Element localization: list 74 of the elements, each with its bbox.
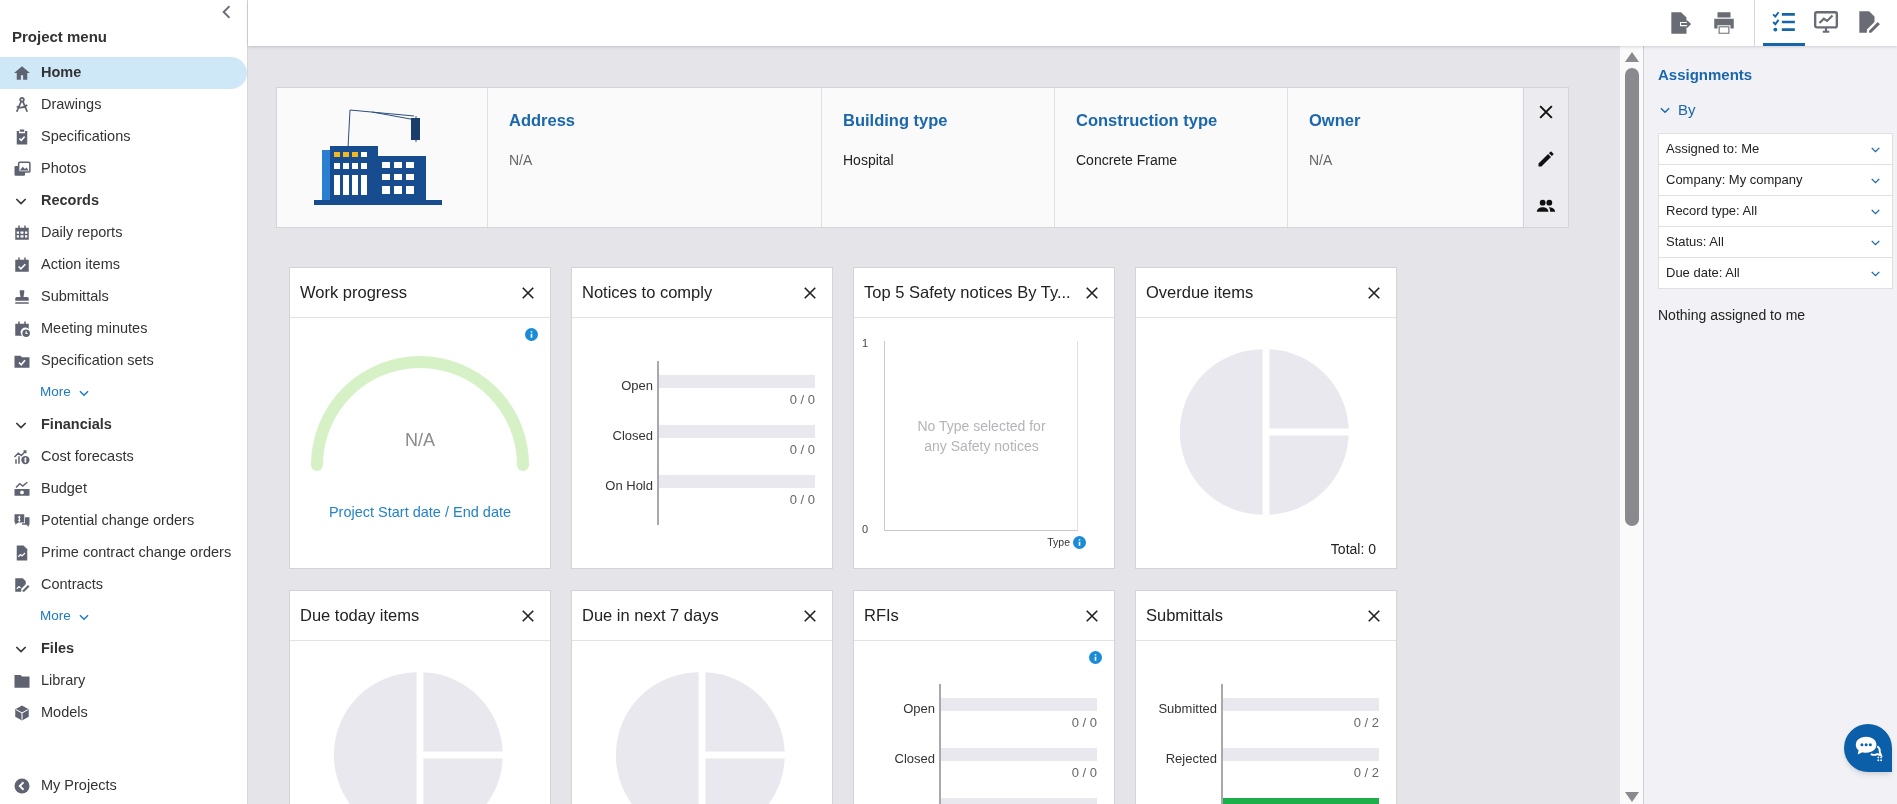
axis-tick: 1 bbox=[862, 336, 869, 351]
back-circle-icon bbox=[13, 777, 31, 795]
bar-reading: 0 / 2 bbox=[1353, 714, 1379, 728]
print-icon bbox=[1711, 10, 1737, 36]
widget-title: Due today items bbox=[300, 605, 420, 627]
scrollbar[interactable] bbox=[1620, 46, 1644, 804]
field-label: Building type bbox=[843, 110, 949, 131]
panel-title: Assignments bbox=[1658, 65, 1754, 85]
section-header[interactable]: Financials bbox=[0, 408, 112, 441]
gauge-value: N/A bbox=[404, 429, 436, 452]
bar-label: Open bbox=[621, 378, 653, 393]
filter-dropdown[interactable]: Record type: All bbox=[1659, 196, 1892, 226]
bar-label: Submitted bbox=[1158, 701, 1217, 716]
section-header[interactable]: Files bbox=[0, 632, 75, 665]
bar-label: Rejected bbox=[1165, 751, 1217, 766]
more-link[interactable]: More bbox=[40, 600, 91, 633]
filter-dropdown[interactable]: Due date: All bbox=[1659, 258, 1892, 288]
photos-icon bbox=[13, 159, 31, 178]
widget-title: Submittals bbox=[1146, 605, 1224, 627]
field-label: Owner bbox=[1309, 110, 1362, 131]
bar-reading: 0 / 2 bbox=[1353, 764, 1379, 778]
scroll-up-icon bbox=[1624, 52, 1639, 62]
bar-label: Open bbox=[903, 701, 935, 716]
calendar-check-icon bbox=[13, 255, 31, 274]
filter-dropdown[interactable]: Status: All bbox=[1659, 227, 1892, 257]
empty-chart-message: No Type selected for any Safety notices bbox=[916, 416, 1047, 456]
filter-dropdown[interactable]: Company: My company bbox=[1659, 165, 1892, 195]
bar-reading: 0 / 0 bbox=[1071, 714, 1097, 728]
section-header[interactable]: Records bbox=[0, 184, 100, 217]
date-link[interactable]: Project Start date / End date bbox=[328, 502, 512, 524]
money-stack-icon bbox=[13, 479, 31, 498]
bar-reading: 0 / 0 bbox=[789, 491, 815, 505]
bar-reading: 0 / 0 bbox=[1071, 764, 1097, 778]
widget-title: Due in next 7 days bbox=[582, 605, 719, 627]
filter-dropdown[interactable]: Assigned to: Me bbox=[1659, 134, 1892, 164]
sidebar-title: Project menu bbox=[11, 27, 109, 47]
field-value: N/A bbox=[509, 150, 534, 170]
field-label: Construction type bbox=[1076, 110, 1219, 131]
scrollbar-thumb[interactable] bbox=[1624, 68, 1639, 526]
document-pen-icon bbox=[13, 575, 31, 594]
my-projects-link[interactable]: My Projects bbox=[0, 770, 117, 802]
group-toggle[interactable]: By bbox=[1658, 98, 1893, 121]
drafting-compass-icon bbox=[13, 95, 31, 114]
widget-title: Overdue items bbox=[1146, 282, 1254, 304]
bar-label: Closed bbox=[894, 751, 935, 766]
info-icon bbox=[1073, 536, 1086, 550]
field-value: Concrete Frame bbox=[1076, 150, 1179, 170]
dollar-chat-icon bbox=[13, 511, 31, 530]
chat-button[interactable] bbox=[1844, 724, 1892, 772]
monitor-chart-icon bbox=[1813, 8, 1839, 35]
chart-coin-icon bbox=[13, 447, 31, 466]
field-label: Address bbox=[509, 110, 577, 131]
empty-message: Nothing assigned to me bbox=[1658, 306, 1807, 325]
sidebar-item[interactable]: Home bbox=[0, 56, 247, 89]
field-value: N/A bbox=[1309, 150, 1334, 170]
bar-label: On Hold bbox=[605, 478, 653, 493]
widget-title: Notices to comply bbox=[582, 282, 713, 304]
field-value: Hospital bbox=[843, 150, 895, 170]
widget-title: Top 5 Safety notices By Ty... bbox=[864, 282, 1071, 304]
bar-reading: 0 / 0 bbox=[789, 391, 815, 405]
axis-tick: 0 bbox=[862, 521, 869, 537]
bar-reading: 0 / 0 bbox=[789, 441, 815, 455]
axis-label: Type bbox=[1047, 535, 1070, 550]
cube-icon bbox=[13, 703, 31, 722]
calendar-clock-icon bbox=[13, 319, 31, 338]
stamp-icon bbox=[13, 287, 31, 306]
widget-title: RFIs bbox=[864, 605, 899, 627]
widget-title: Work progress bbox=[300, 282, 407, 304]
pencil-icon bbox=[1536, 149, 1556, 169]
scroll-down-icon bbox=[1624, 792, 1639, 802]
more-link[interactable]: More bbox=[40, 376, 91, 409]
pie-total: Total: 0 bbox=[1330, 540, 1376, 559]
bar-label: Closed bbox=[612, 428, 653, 443]
calendar-icon bbox=[13, 223, 31, 242]
